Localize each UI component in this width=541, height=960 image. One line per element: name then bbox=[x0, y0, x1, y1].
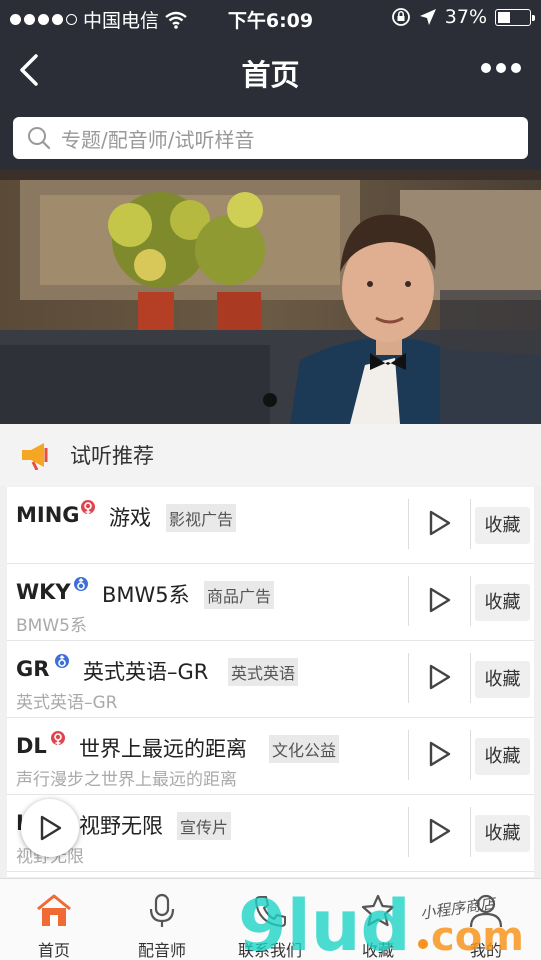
play-icon[interactable] bbox=[427, 740, 453, 768]
star-icon bbox=[361, 894, 395, 927]
favorite-button[interactable]: 收藏 bbox=[475, 584, 530, 621]
tab-label: 收藏 bbox=[361, 941, 394, 960]
sample-title: 英式英语–GR bbox=[83, 660, 209, 684]
tab-profile[interactable]: 我的 bbox=[432, 879, 540, 960]
tab-voice-actors[interactable]: 配音师 bbox=[108, 879, 216, 960]
tab-label: 配音师 bbox=[137, 941, 186, 960]
male-icon bbox=[74, 577, 88, 591]
play-icon[interactable] bbox=[427, 663, 453, 691]
category-tag: 宣传片 bbox=[177, 812, 232, 840]
male-icon bbox=[55, 654, 69, 668]
search-placeholder: 专题/配音师/试听样音 bbox=[61, 127, 255, 152]
voice-actor-name[interactable]: MING bbox=[16, 503, 80, 527]
sample-title: 游戏 bbox=[109, 506, 151, 530]
search-icon bbox=[28, 127, 51, 150]
divider bbox=[470, 499, 471, 549]
sample-subtitle: BMW5系 bbox=[16, 616, 87, 636]
phone-icon bbox=[254, 896, 286, 928]
sample-subtitle: 英式英语–GR bbox=[16, 693, 118, 713]
search-input[interactable]: 专题/配音师/试听样音 bbox=[13, 117, 528, 159]
status-right: 37% bbox=[391, 6, 535, 28]
play-icon[interactable] bbox=[427, 817, 453, 845]
location-arrow-icon bbox=[419, 9, 436, 25]
list-item[interactable]: L 视野无限 宣传片 视野无限 收藏 bbox=[7, 795, 534, 872]
divider bbox=[408, 653, 409, 703]
favorite-button[interactable]: 收藏 bbox=[475, 815, 530, 852]
divider bbox=[408, 807, 409, 857]
home-icon bbox=[37, 894, 71, 926]
more-dots-icon[interactable] bbox=[481, 63, 521, 73]
tab-contact[interactable]: 联系我们 bbox=[216, 879, 324, 960]
divider bbox=[408, 730, 409, 780]
tab-label: 我的 bbox=[469, 941, 502, 960]
divider bbox=[408, 499, 409, 549]
status-bar: 中国电信 下午6:09 37% bbox=[0, 0, 541, 36]
tab-label: 联系我们 bbox=[237, 941, 302, 960]
favorite-button[interactable]: 收藏 bbox=[475, 661, 530, 698]
list-item[interactable]: DL 世界上最远的距离 文化公益 声行漫步之世界上最远的距离 收藏 bbox=[7, 718, 534, 795]
divider bbox=[408, 576, 409, 626]
nav-bar: 首页 bbox=[0, 36, 541, 106]
category-tag: 文化公益 bbox=[269, 735, 340, 763]
play-icon[interactable] bbox=[427, 509, 453, 537]
divider bbox=[470, 730, 471, 780]
megaphone-icon bbox=[22, 443, 48, 470]
page-title: 首页 bbox=[241, 58, 300, 92]
search-container: 专题/配音师/试听样音 bbox=[0, 106, 541, 170]
play-icon bbox=[40, 815, 62, 841]
tab-favorites[interactable]: 收藏 bbox=[324, 879, 432, 960]
favorite-button[interactable]: 收藏 bbox=[475, 507, 530, 544]
female-icon bbox=[81, 500, 95, 514]
list-item[interactable]: MING 游戏 影视广告 收藏 bbox=[7, 487, 534, 564]
section-header: 试听推荐 bbox=[0, 424, 541, 486]
banner-image bbox=[0, 170, 541, 424]
category-tag: 影视广告 bbox=[166, 504, 237, 532]
voice-actor-name[interactable]: DL bbox=[16, 734, 47, 758]
sample-title: 世界上最远的距离 bbox=[79, 737, 247, 761]
section-title: 试听推荐 bbox=[70, 444, 154, 468]
recommend-list: MING 游戏 影视广告 收藏 WKY BMW5系 商品广告 BMW5系 收藏 … bbox=[7, 487, 534, 877]
tab-bar: 首页 配音师 联系我们 收藏 我的 bbox=[0, 878, 541, 960]
floating-play-button[interactable] bbox=[21, 799, 79, 857]
banner-carousel[interactable] bbox=[0, 170, 541, 424]
favorite-button[interactable]: 收藏 bbox=[475, 738, 530, 775]
female-icon bbox=[51, 731, 65, 745]
list-item[interactable]: GR 英式英语–GR 英式英语 英式英语–GR 收藏 bbox=[7, 641, 534, 718]
divider bbox=[470, 807, 471, 857]
tab-home[interactable]: 首页 bbox=[0, 879, 108, 960]
microphone-icon bbox=[149, 893, 175, 927]
category-tag: 英式英语 bbox=[228, 658, 299, 686]
sample-subtitle: 声行漫步之世界上最远的距离 bbox=[16, 770, 237, 790]
category-tag: 商品广告 bbox=[204, 581, 275, 609]
list-item[interactable]: WKY BMW5系 商品广告 BMW5系 收藏 bbox=[7, 564, 534, 641]
voice-actor-name[interactable]: WKY bbox=[16, 580, 71, 604]
battery-icon bbox=[495, 8, 535, 26]
battery-percent: 37% bbox=[444, 6, 487, 28]
tab-label: 首页 bbox=[37, 941, 70, 960]
play-icon[interactable] bbox=[427, 586, 453, 614]
divider bbox=[470, 576, 471, 626]
voice-actor-name[interactable]: GR bbox=[16, 657, 49, 681]
sample-title: BMW5系 bbox=[102, 583, 190, 607]
sample-title: 视野无限 bbox=[79, 814, 163, 838]
user-icon bbox=[469, 894, 503, 928]
divider bbox=[470, 653, 471, 703]
rotation-lock-icon bbox=[391, 8, 410, 26]
